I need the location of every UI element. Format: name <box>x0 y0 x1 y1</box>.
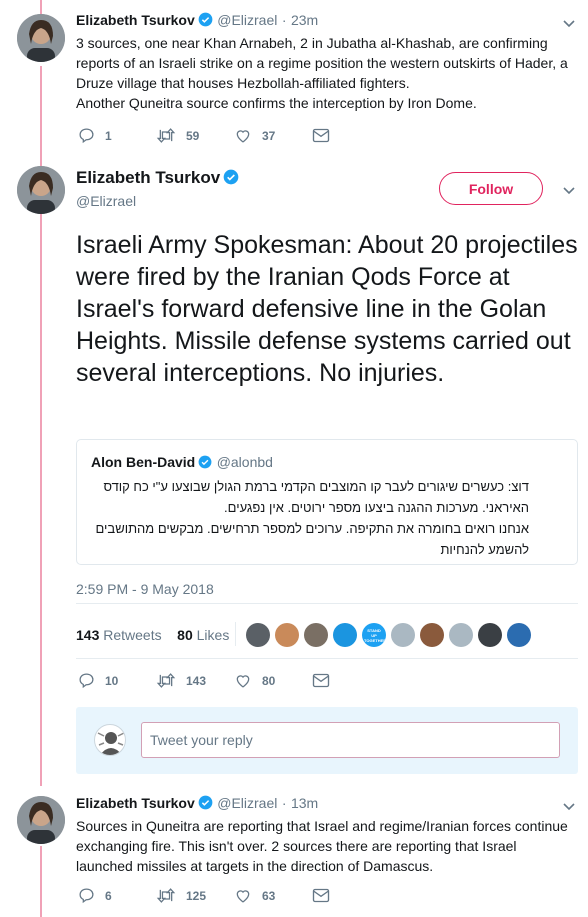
divider <box>76 658 578 659</box>
divider <box>76 603 578 604</box>
author-name[interactable]: Elizabeth Tsurkov <box>76 12 195 28</box>
envelope-icon <box>312 673 330 688</box>
heart-icon <box>236 890 250 903</box>
retweet-button[interactable]: 143 <box>156 672 234 689</box>
message-button[interactable] <box>312 673 390 688</box>
avatar[interactable] <box>17 796 65 844</box>
avatar[interactable] <box>17 166 65 214</box>
quote-author-name: Alon Ben-David <box>91 454 196 470</box>
liker-avatar[interactable] <box>478 623 502 647</box>
thread-line-top <box>40 0 42 14</box>
liker-avatar[interactable] <box>507 623 531 647</box>
likes-stat-label: Likes <box>196 627 230 643</box>
author-name[interactable]: Elizabeth Tsurkov <box>76 168 220 187</box>
tweet-text: 3 sources, one near Khan Arnabeh, 2 in J… <box>76 35 568 111</box>
retweets-stat-count: 143 <box>76 627 100 643</box>
verified-icon <box>198 795 213 810</box>
envelope-icon <box>312 128 330 143</box>
liker-avatar[interactable] <box>391 623 415 647</box>
reply-count: 10 <box>105 673 119 688</box>
thread-line-3 <box>40 846 42 917</box>
retweet-icon <box>156 128 176 143</box>
verified-icon <box>223 169 239 185</box>
reply-composer: Tweet your reply <box>76 707 578 774</box>
quote-text: דוצ: כעשרים שיגורים לעבר קו המוצבים הקדמ… <box>95 479 530 557</box>
reply-button[interactable]: 1 <box>78 127 156 144</box>
verified-icon <box>198 12 213 27</box>
reply-icon <box>79 673 94 689</box>
chevron-down-icon[interactable] <box>562 799 576 813</box>
follow-button[interactable]: Follow <box>439 172 543 205</box>
likes-stat-count: 80 <box>177 627 193 643</box>
separator: · <box>281 795 287 811</box>
separator: · <box>281 12 287 28</box>
quote-author-handle: @alonbd <box>216 454 273 470</box>
tweet-text: Sources in Quneitra are reporting that I… <box>76 818 568 874</box>
reply-count: 6 <box>105 888 112 903</box>
retweet-count: 143 <box>186 673 207 688</box>
author-handle[interactable]: @Elizrael <box>217 795 277 811</box>
retweets-stat[interactable]: 143 Retweets <box>76 627 162 643</box>
liker-avatar[interactable] <box>275 623 299 647</box>
message-button[interactable] <box>312 128 390 143</box>
retweet-button[interactable]: 125 <box>156 887 234 904</box>
like-count: 63 <box>262 888 276 903</box>
liker-avatar[interactable] <box>333 623 357 647</box>
heart-icon <box>236 130 250 143</box>
liker-badge-text: STAND UP TOGETHER <box>364 627 386 643</box>
reply-button[interactable]: 10 <box>78 672 156 689</box>
chevron-down-icon[interactable] <box>562 16 576 30</box>
author-name[interactable]: Elizabeth Tsurkov <box>76 795 195 811</box>
retweet-count: 125 <box>186 888 207 903</box>
liker-avatar[interactable]: STAND UP TOGETHER <box>362 623 386 647</box>
verified-icon <box>198 455 212 469</box>
like-button[interactable]: 63 <box>234 887 312 904</box>
reply-icon <box>79 888 94 904</box>
like-count: 37 <box>262 128 276 143</box>
retweet-button[interactable]: 59 <box>156 127 234 144</box>
retweet-icon <box>156 888 176 903</box>
likers-avatars: STAND UP TOGETHER <box>246 623 536 647</box>
timestamp[interactable]: 23m <box>291 12 318 28</box>
liker-avatar[interactable] <box>304 623 328 647</box>
reply-icon <box>79 128 94 144</box>
reply-count: 1 <box>105 128 112 143</box>
like-button[interactable]: 37 <box>234 127 312 144</box>
timestamp[interactable]: 13m <box>291 795 318 811</box>
liker-avatar[interactable] <box>449 623 473 647</box>
message-button[interactable] <box>312 888 390 903</box>
envelope-icon <box>312 888 330 903</box>
retweets-stat-label: Retweets <box>103 627 162 643</box>
liker-avatar[interactable] <box>246 623 270 647</box>
liker-avatar[interactable] <box>420 623 444 647</box>
author-handle[interactable]: @Elizrael <box>217 12 277 28</box>
tweet-timestamp[interactable]: 2:59 PM - 9 May 2018 <box>76 581 214 597</box>
retweet-icon <box>156 673 176 688</box>
author-handle[interactable]: @Elizrael <box>76 193 136 209</box>
quoted-tweet[interactable]: Alon Ben-David @alonbd דוצ: כעשרים שיגור… <box>76 439 578 565</box>
heart-icon <box>236 675 250 688</box>
thread-line-1 <box>40 66 42 166</box>
divider <box>235 622 236 646</box>
reply-button[interactable]: 6 <box>78 887 156 904</box>
likes-stat[interactable]: 80 Likes <box>177 627 229 643</box>
retweet-count: 59 <box>186 128 200 143</box>
tweet-text-large: Israeli Army Spokesman: About 20 project… <box>76 231 578 387</box>
like-button[interactable]: 80 <box>234 672 312 689</box>
like-count: 80 <box>262 673 276 688</box>
avatar[interactable] <box>17 14 65 62</box>
reply-input[interactable]: Tweet your reply <box>141 722 560 758</box>
follow-label: Follow <box>468 180 514 197</box>
chevron-down-icon[interactable] <box>562 183 576 197</box>
current-user-avatar <box>94 724 126 756</box>
thread-line-2 <box>40 214 42 786</box>
